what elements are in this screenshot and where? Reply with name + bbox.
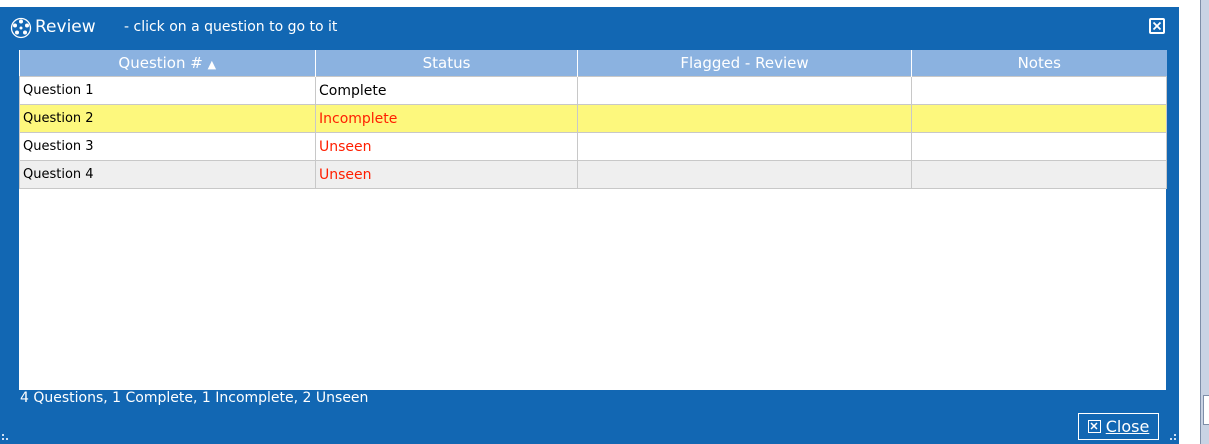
background-panel [1200,0,1209,444]
table-row[interactable]: Question 2 Incomplete [19,104,1167,133]
question-cell: Question 2 [19,104,316,133]
table-row[interactable]: Question 4 Unseen [19,160,1167,189]
question-table: Question # ▲ Status Flagged - Review Not… [19,50,1167,189]
summary-text: 4 Questions, 1 Complete, 1 Incomplete, 2… [20,390,369,406]
close-button-label: Close [1105,417,1150,436]
notes-cell [911,104,1167,133]
question-grid: Question # ▲ Status Flagged - Review Not… [19,50,1167,390]
dialog-title: Review [35,17,96,37]
column-header-status[interactable]: Status [315,50,578,77]
column-header-label: Question # [118,54,203,72]
table-header-row: Question # ▲ Status Flagged - Review Not… [19,50,1167,77]
column-header-flagged[interactable]: Flagged - Review [577,50,912,77]
question-cell: Question 4 [19,160,316,189]
close-button[interactable]: Close [1078,413,1159,440]
flagged-cell [577,132,912,161]
sort-ascending-icon: ▲ [207,58,217,71]
column-header-label: Flagged - Review [680,54,809,72]
column-header-label: Status [422,54,471,72]
column-header-question[interactable]: Question # ▲ [19,50,316,77]
status-cell: Unseen [315,132,578,161]
flagged-cell [577,104,912,133]
table-row[interactable]: Question 3 Unseen [19,132,1167,161]
resize-grip-icon[interactable] [2,434,8,440]
resize-grip-icon[interactable] [1170,434,1176,440]
close-box-icon [1087,420,1101,433]
status-cell: Unseen [315,160,578,189]
notes-cell [911,132,1167,161]
status-cell: Complete [315,76,578,105]
flagged-cell [577,76,912,105]
status-cell: Incomplete [315,104,578,133]
question-cell: Question 3 [19,132,316,161]
review-spinner-icon [10,17,32,39]
dialog-subtitle: - click on a question to go to it [124,19,338,35]
table-row[interactable]: Question 1 Complete [19,76,1167,105]
close-box-icon[interactable] [1149,18,1165,34]
dialog-titlebar[interactable]: Review - click on a question to go to it [0,7,1179,47]
notes-cell [911,76,1167,105]
notes-cell [911,160,1167,189]
review-dialog: Review - click on a question to go to it… [0,7,1179,444]
column-header-label: Notes [1017,54,1061,72]
flagged-cell [577,160,912,189]
background-panel-field [1203,395,1209,425]
question-cell: Question 1 [19,76,316,105]
column-header-notes[interactable]: Notes [911,50,1167,77]
